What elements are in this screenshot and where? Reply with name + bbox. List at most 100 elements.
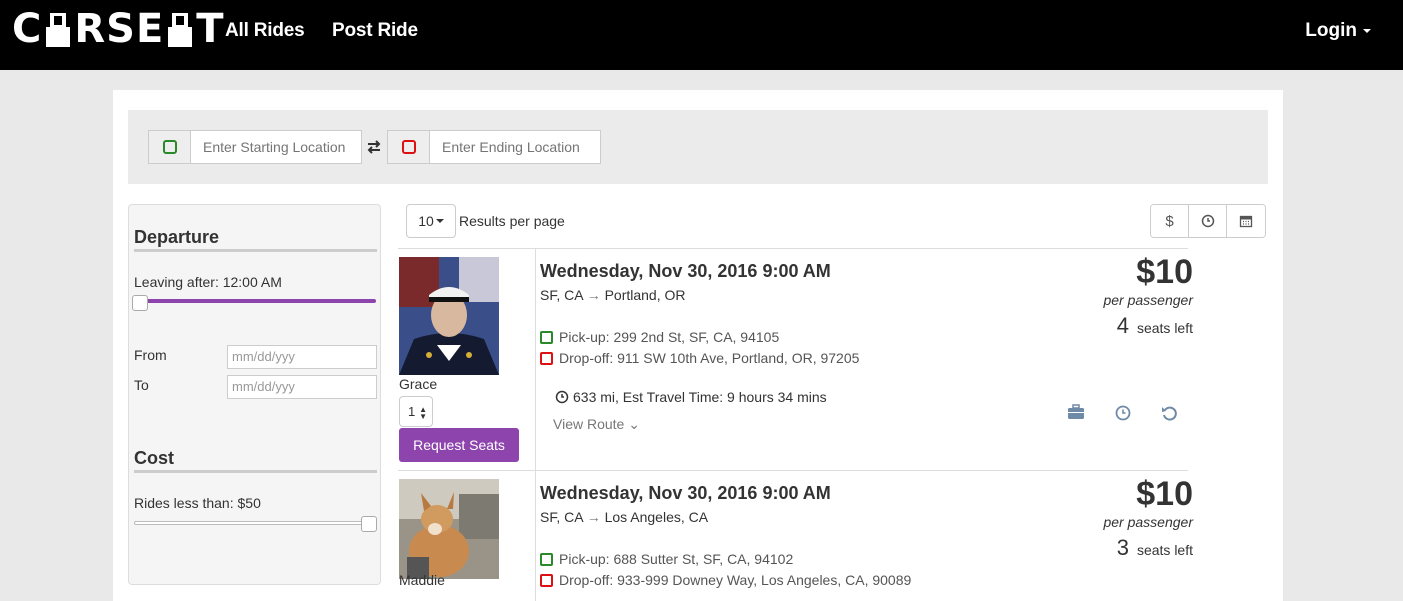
travel-info: 633 mi, Est Travel Time: 9 hours 34 mins <box>555 389 827 405</box>
dropoff-address: Drop-off: 933-999 Downey Way, Los Angele… <box>559 572 912 588</box>
green-square-icon <box>162 140 177 154</box>
ride-card-divider <box>535 471 536 601</box>
per-page-select[interactable]: 10 <box>406 204 456 238</box>
red-square-icon <box>540 573 553 587</box>
start-marker <box>149 131 191 163</box>
car-seat-icon-2 <box>165 9 195 49</box>
clock-icon <box>1115 405 1131 421</box>
start-location-input[interactable] <box>191 131 361 163</box>
view-route-label: View Route <box>553 416 625 432</box>
red-square-icon <box>401 140 416 154</box>
login-dropdown[interactable]: Login <box>1305 20 1371 42</box>
logo-letter-c: C <box>12 6 43 52</box>
ride-card: Grace 1 ▲ ▼ Request Seats Wednesday, Nov … <box>398 248 1193 471</box>
seats-left-label: seats left <box>1136 542 1193 558</box>
dollar-icon: $ <box>1165 212 1174 230</box>
ride-card-divider <box>535 249 536 471</box>
pickup-row: Pick-up: 299 2nd St, SF, CA, 94105 <box>540 329 779 345</box>
ride-price: $10 <box>1136 253 1193 291</box>
spinner-arrows-icon: ▲ ▼ <box>419 405 427 421</box>
seat-count-value: 1 <box>408 404 416 419</box>
travel-text: 633 mi, Est Travel Time: 9 hours 34 mins <box>573 389 827 405</box>
clock-icon <box>555 390 569 404</box>
chevron-down-icon: ⌄ <box>628 416 640 432</box>
ride-route: SF, CA → Portland, OR <box>540 287 686 303</box>
caret-down-icon <box>1363 28 1371 33</box>
rides-less-than-label: Rides less than: $50 <box>134 495 261 511</box>
dropoff-row: Drop-off: 933-999 Downey Way, Los Angele… <box>540 572 911 588</box>
ride-route: SF, CA → Los Angeles, CA <box>540 509 708 525</box>
arrow-right-icon: → <box>586 509 601 525</box>
sort-time-button[interactable] <box>1189 205 1227 237</box>
route-from: SF, CA <box>540 287 583 303</box>
cost-slider-handle[interactable] <box>361 516 377 532</box>
pickup-address: Pick-up: 688 Sutter St, SF, CA, 94102 <box>559 551 794 567</box>
pickup-row: Pick-up: 688 Sutter St, SF, CA, 94102 <box>540 551 793 567</box>
per-page-value: 10 <box>418 213 434 229</box>
seat-count-select[interactable]: 1 ▲ ▼ <box>399 396 433 427</box>
location-search-bar <box>128 110 1268 184</box>
seats-left-count: 4 <box>1116 313 1129 338</box>
ride-card: Maddie Wednesday, Nov 30, 2016 9:00 AM S… <box>398 470 1193 601</box>
ride-date: Wednesday, Nov 30, 2016 9:00 AM <box>540 261 831 281</box>
to-date-input[interactable]: mm/dd/yyy <box>227 375 377 399</box>
swap-arrows-icon[interactable] <box>365 138 383 156</box>
driver-name: Grace <box>399 376 438 392</box>
clock-icon <box>1201 214 1214 228</box>
per-page-label: Results per page <box>459 213 565 229</box>
dropoff-address: Drop-off: 911 SW 10th Ave, Portland, OR,… <box>559 350 860 366</box>
leaving-after-label: Leaving after: 12:00 AM <box>134 274 282 290</box>
nav-all-rides[interactable]: All Rides <box>225 20 305 42</box>
sort-price-button[interactable]: $ <box>1151 205 1189 237</box>
filter-sidebar: Departure Leaving after: 12:00 AM From m… <box>128 204 381 585</box>
view-route-link[interactable]: View Route ⌄ <box>553 416 640 433</box>
green-square-icon <box>540 552 553 566</box>
car-seat-icon <box>43 9 73 49</box>
undo-icon <box>1162 406 1177 421</box>
caret-down-icon <box>435 219 444 223</box>
route-from: SF, CA <box>540 509 583 525</box>
cost-divider <box>134 470 377 473</box>
seats-left-label: seats left <box>1136 320 1193 336</box>
ride-date: Wednesday, Nov 30, 2016 9:00 AM <box>540 483 831 503</box>
sort-date-button[interactable] <box>1227 205 1265 237</box>
calendar-icon <box>1239 215 1253 228</box>
seats-left: 4 seats left <box>1117 313 1193 339</box>
departure-slider-track[interactable] <box>134 299 376 303</box>
to-label: To <box>134 377 149 393</box>
red-square-icon <box>540 351 553 365</box>
route-to: Los Angeles, CA <box>604 509 709 525</box>
end-location-group <box>387 130 601 164</box>
driver-avatar <box>399 479 499 579</box>
logo-letters-rse: RSE <box>74 6 165 52</box>
departure-slider-handle[interactable] <box>132 295 148 311</box>
end-marker <box>388 131 430 163</box>
nav-post-ride[interactable]: Post Ride <box>332 20 418 42</box>
sort-button-group: $ <box>1150 204 1266 238</box>
departure-divider <box>134 249 377 252</box>
main-container: Departure Leaving after: 12:00 AM From m… <box>113 90 1283 601</box>
dropoff-row: Drop-off: 911 SW 10th Ave, Portland, OR,… <box>540 350 859 366</box>
arrow-right-icon: → <box>586 287 601 303</box>
per-passenger-label: per passenger <box>1103 514 1193 530</box>
login-label: Login <box>1305 20 1357 41</box>
end-location-input[interactable] <box>430 131 600 163</box>
cost-heading: Cost <box>134 448 174 468</box>
seats-left-count: 3 <box>1116 535 1129 560</box>
start-location-group <box>148 130 362 164</box>
route-to: Portland, OR <box>604 287 686 303</box>
cost-slider-track[interactable] <box>134 521 376 525</box>
navbar: C RSE T All Rides Post Ride Login <box>0 0 1403 70</box>
driver-name: Maddie <box>399 572 445 588</box>
driver-avatar <box>399 257 499 375</box>
ride-price: $10 <box>1136 475 1193 513</box>
luggage-icon <box>1068 404 1084 419</box>
seats-left: 3 seats left <box>1117 535 1193 561</box>
from-label: From <box>134 347 167 363</box>
request-seats-button[interactable]: Request Seats <box>399 428 519 462</box>
from-date-input[interactable]: mm/dd/yyy <box>227 345 377 369</box>
brand-logo[interactable]: C RSE T <box>12 6 225 52</box>
departure-heading: Departure <box>134 227 220 247</box>
green-square-icon <box>540 330 553 344</box>
per-passenger-label: per passenger <box>1103 292 1193 308</box>
